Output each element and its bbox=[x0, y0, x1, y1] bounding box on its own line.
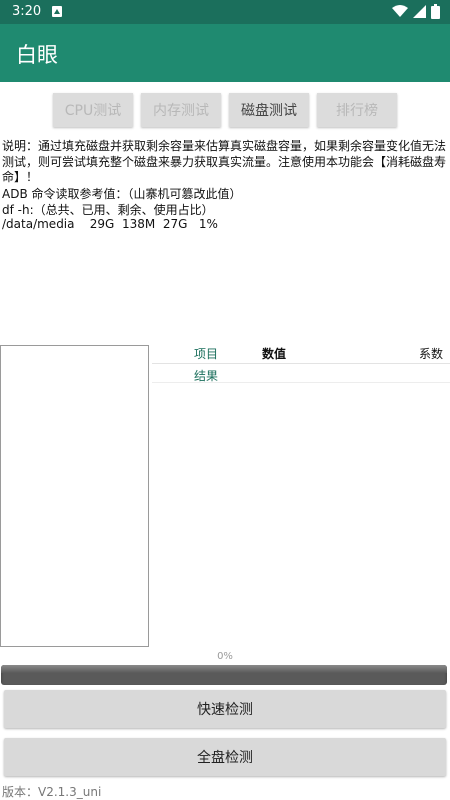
full-scan-button[interactable]: 全盘检测 bbox=[4, 738, 446, 776]
tab-cpu-test[interactable]: CPU测试 bbox=[53, 93, 133, 127]
notification-icon bbox=[52, 6, 62, 17]
signal-icon bbox=[413, 5, 426, 18]
progress-label: 0% bbox=[217, 651, 233, 662]
version-text: 版本：V2.1.3_uni bbox=[2, 785, 102, 799]
app-title: 白眼 bbox=[16, 43, 58, 67]
description-text: 说明：通过填充磁盘并获取剩余容量来估算真实磁盘容量，如果剩余容量变化值无法测试，… bbox=[2, 139, 447, 184]
column-factor: 系数 bbox=[419, 347, 444, 361]
wifi-icon bbox=[392, 5, 408, 17]
tab-disk-test[interactable]: 磁盘测试 bbox=[229, 93, 309, 127]
tab-ranking[interactable]: 排行榜 bbox=[317, 93, 397, 127]
table-header-divider bbox=[152, 363, 450, 364]
adb-title: ADB 命令读取参考值：（山寨机可篡改此值） bbox=[2, 187, 242, 201]
quick-scan-button[interactable]: 快速检测 bbox=[4, 690, 446, 728]
adb-command: df -h:（总共、已用、剩余、使用占比） bbox=[2, 203, 214, 217]
status-icons bbox=[392, 4, 440, 19]
table-row-divider bbox=[152, 382, 450, 383]
column-item: 项目 bbox=[194, 347, 219, 361]
progress-bar bbox=[1, 665, 447, 685]
column-value: 数值 bbox=[262, 347, 287, 361]
status-bar: 3:20 bbox=[0, 0, 450, 24]
battery-icon bbox=[431, 4, 440, 19]
tab-memory-test[interactable]: 内存测试 bbox=[141, 93, 221, 127]
status-time: 3:20 bbox=[12, 4, 42, 19]
adb-row: /data/media 29G 138M 27G 1% bbox=[2, 217, 218, 231]
tab-bar: CPU测试 内存测试 磁盘测试 排行榜 bbox=[0, 93, 450, 127]
app-bar: 白眼 bbox=[0, 24, 450, 82]
disk-visual-panel bbox=[0, 345, 149, 647]
